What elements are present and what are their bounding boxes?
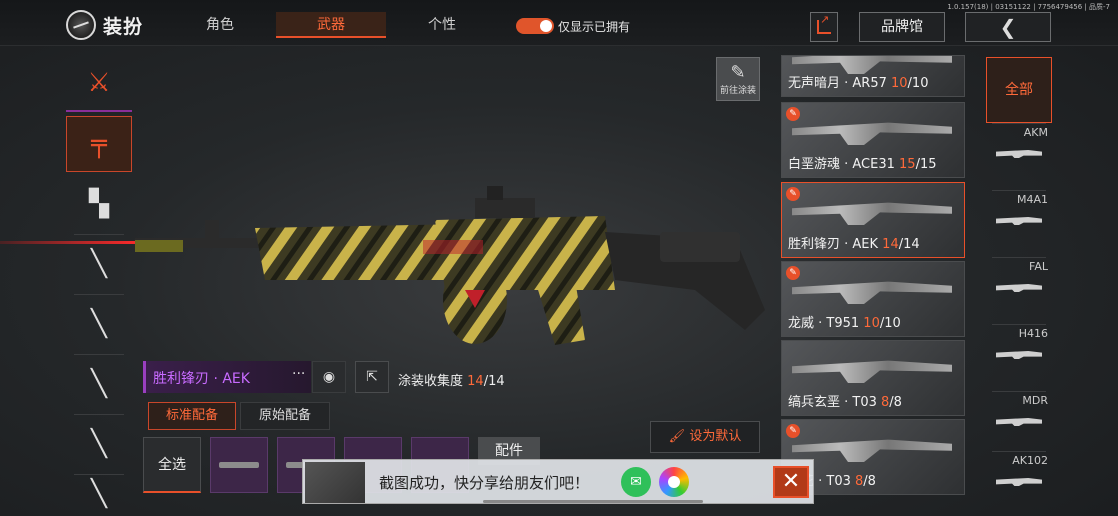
skin-thumbnail [792, 360, 952, 383]
category-lmg[interactable]: ╲ [66, 356, 132, 412]
rifle-icon [996, 418, 1042, 426]
category-smg[interactable]: ▚ [66, 176, 132, 232]
page-title: 装扮 [103, 16, 144, 38]
toast-handle [483, 500, 703, 503]
tab-personality[interactable]: 个性 [402, 12, 482, 38]
category-melee[interactable]: ╲ [66, 466, 132, 516]
rifle-icon [996, 351, 1042, 359]
tab-standard-loadout[interactable]: 标准配备 [148, 402, 236, 430]
sniper-icon: ╲ [91, 249, 107, 279]
melee-icon: ╲ [91, 479, 107, 509]
collection-count: 14 [467, 374, 484, 389]
share-button[interactable] [810, 12, 838, 42]
skin-card-selected[interactable]: ✎ 胜利锋刃 · AEK 14/14 [781, 182, 965, 258]
screenshot-toast: 截图成功，快分享给朋友们吧！ ✉ ✕ [302, 459, 814, 504]
set-default-button[interactable]: 🖌 设为默认 [650, 421, 760, 453]
brush-icon: 🖌 [668, 429, 686, 444]
skin-card-label: 缟兵玄垩 · T03 8/8 [788, 395, 902, 410]
goto-coating-button[interactable]: ✎ 前往涂装 [716, 57, 760, 101]
weapon-category-sidebar: ⚔ ╤ ▚ ╲ ╲ ╲ ╲ ╲ [66, 52, 134, 516]
brand-hall-button[interactable]: 品牌馆 [859, 12, 945, 42]
category-sniper[interactable]: ╲ [66, 236, 132, 292]
attachment-slot[interactable] [210, 437, 268, 493]
divider [74, 294, 124, 295]
weapon-type-item[interactable]: M4A1 [986, 190, 1052, 257]
divider [74, 354, 124, 355]
more-options-icon[interactable]: ··· [292, 366, 305, 382]
skin-card-label: 无声暗月 · AR57 10/10 [788, 76, 929, 91]
collection-total: /14 [483, 374, 505, 389]
tab-character[interactable]: 角色 [180, 12, 260, 38]
weapon-type-item[interactable]: FAL [986, 257, 1052, 324]
skin-thumbnail [792, 202, 952, 225]
skin-card-label: 白垩游魂 · ACE31 15/15 [788, 157, 937, 172]
skin-card[interactable]: 无声暗月 · AR57 10/10 [781, 55, 965, 97]
skin-card[interactable]: 缟兵玄垩 · T03 8/8 [781, 340, 965, 416]
set-default-label: 设为默认 [689, 429, 742, 444]
skin-card[interactable]: ✎ 龙威 · T951 10/10 [781, 261, 965, 337]
category-shotgun[interactable]: ╲ [66, 296, 132, 352]
select-all-button[interactable]: 全选 [143, 437, 201, 493]
rifle-icon: ╤ [91, 129, 107, 159]
smg-icon: ▚ [89, 189, 109, 219]
lmg-icon: ╲ [91, 369, 107, 399]
paint-gun-icon: ✎ [730, 62, 746, 83]
rifle-icon [996, 217, 1042, 225]
weapon-type-item[interactable]: MDR [986, 391, 1052, 458]
brush-badge-icon: ✎ [786, 187, 800, 201]
wechat-share-icon[interactable]: ✉ [621, 467, 651, 497]
toast-close-button[interactable]: ✕ [773, 466, 809, 498]
weapon-type-all[interactable]: 全部 [986, 57, 1052, 123]
toast-message: 截图成功，快分享给朋友们吧！ [379, 474, 590, 492]
share-icon [817, 13, 831, 34]
skin-name: 胜利锋刃 · AEK [153, 371, 250, 387]
eye-icon: ◉ [322, 369, 336, 385]
collection-progress: 涂装收集度 14/14 [398, 370, 505, 389]
skin-card[interactable]: ✎ 白垩游魂 · ACE31 15/15 [781, 102, 965, 178]
weapon-type-item[interactable]: AKM [986, 123, 1052, 190]
brush-badge-icon: ✎ [786, 424, 800, 438]
skin-thumbnail [792, 439, 952, 462]
rifle-icon [996, 478, 1042, 486]
collection-label: 涂装收集度 [398, 374, 464, 389]
tab-original-loadout[interactable]: 原始配备 [240, 402, 330, 430]
category-pistol[interactable]: ╲ [66, 416, 132, 472]
weapon-type-sidebar: 全部 AKM M4A1 FAL H416 MDR AK102 [986, 52, 1052, 516]
category-all[interactable]: ⚔ [66, 56, 132, 112]
screenshot-thumbnail[interactable] [305, 462, 365, 503]
category-rifle[interactable]: ╤ [66, 116, 132, 172]
divider [74, 414, 124, 415]
share-icon: ⇱ [366, 369, 378, 385]
shotgun-icon: ╲ [91, 309, 107, 339]
weapon-type-item[interactable]: H416 [986, 324, 1052, 391]
weapon-mix-icon: ⚔ [87, 68, 111, 98]
weapon-preview-aek[interactable] [135, 180, 775, 360]
tab-weapon[interactable]: 武器 [276, 12, 386, 38]
owned-only-label: 仅显示已拥有 [558, 20, 631, 34]
laser-beam [0, 241, 140, 244]
owned-only-toggle[interactable] [516, 18, 554, 34]
pistol-icon: ╲ [91, 429, 107, 459]
preview-eye-button[interactable]: ◉ [312, 361, 346, 393]
brush-badge-icon: ✎ [786, 266, 800, 280]
moments-share-icon[interactable] [659, 467, 689, 497]
back-button[interactable]: ❮ [965, 12, 1051, 42]
skin-name-bar: 胜利锋刃 · AEK ··· [143, 361, 311, 393]
divider [74, 234, 124, 235]
skin-thumbnail [792, 122, 952, 145]
globe-logo-icon [66, 10, 96, 40]
skin-thumbnail [792, 281, 952, 304]
rifle-icon [996, 150, 1042, 158]
skin-card-label: 胜利锋刃 · AEK 14/14 [788, 237, 920, 252]
top-bar: 装扮 角色 武器 个性 仅显示已拥有 1.0.157(18) | 0315112… [0, 0, 1118, 46]
version-text: 1.0.157(18) | 03151122 | 7756479456 | 品质… [947, 3, 1110, 11]
skin-share-button[interactable]: ⇱ [355, 361, 389, 393]
brush-badge-icon: ✎ [786, 107, 800, 121]
weapon-type-item[interactable]: AK102 [986, 451, 1052, 516]
goto-coating-label: 前往涂装 [719, 86, 756, 96]
skin-card-label: 龙威 · T951 10/10 [788, 316, 901, 331]
rifle-icon [996, 284, 1042, 292]
